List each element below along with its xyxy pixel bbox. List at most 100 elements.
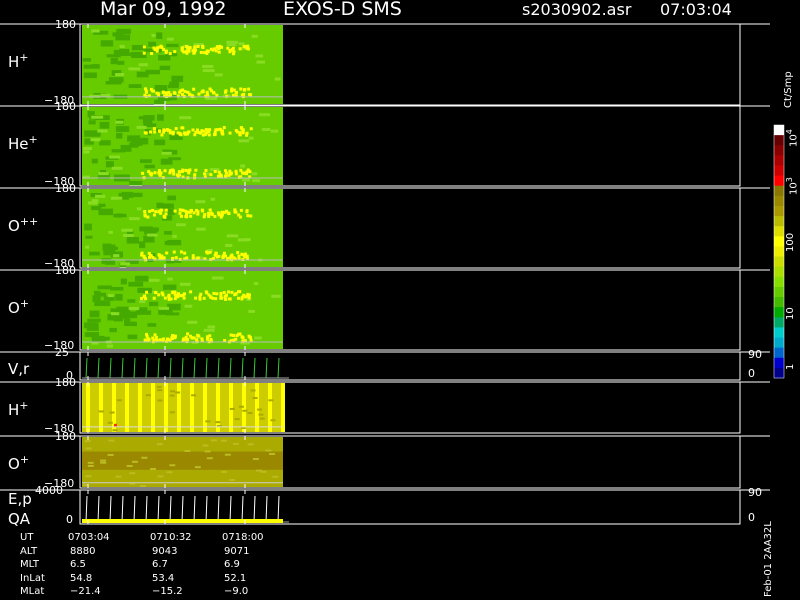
colorbar-tick: 103	[785, 177, 799, 195]
heatmap-stripe	[255, 383, 259, 432]
heatmap-cell	[128, 281, 144, 287]
colorbar-segment	[774, 195, 784, 207]
heatmap-cell	[97, 285, 112, 290]
heatmap-cell	[158, 55, 171, 61]
heatmap-cell	[106, 54, 121, 58]
heatmap-cell	[109, 327, 117, 333]
heatmap-cell	[181, 168, 185, 172]
heatmap-cell	[149, 254, 153, 258]
heatmap-cell	[171, 75, 184, 82]
heatmap-cell	[222, 291, 226, 295]
panel-frame-4	[79, 351, 741, 381]
heatmap-cell	[158, 129, 162, 133]
heatmap-cell	[252, 396, 258, 399]
heatmap-cell	[241, 128, 245, 132]
heatmap-cell	[172, 250, 176, 254]
colorbar-segment	[774, 125, 784, 136]
heatmap-cell	[143, 210, 147, 214]
heatmap-cell	[183, 131, 187, 135]
heatmap-stripe	[138, 383, 142, 432]
heatmap-cell	[226, 290, 230, 294]
heatmap-cell	[143, 235, 155, 243]
heatmap-cell	[108, 77, 124, 83]
heatmap-cell	[153, 48, 157, 52]
heatmap-cell	[137, 287, 152, 293]
right-min-label: 0	[748, 367, 755, 380]
heatmap-cell	[210, 197, 216, 201]
heatmap-cell	[178, 211, 182, 215]
heatmap-cell	[83, 147, 93, 151]
heatmap-cell	[202, 65, 214, 69]
heatmap-cell	[97, 129, 108, 133]
heatmap-cell	[185, 212, 189, 216]
heatmap-cell	[252, 458, 259, 461]
heatmap-cell	[171, 132, 175, 136]
panel-label-2-sup: ++	[19, 215, 39, 228]
heatmap-cell	[226, 234, 239, 238]
heatmap-cell	[186, 332, 190, 336]
panel-label-qa: QA	[8, 510, 31, 528]
heatmap-cell	[220, 210, 224, 214]
heatmap-cell	[246, 214, 250, 218]
heatmap-cell	[184, 209, 188, 213]
colorbar-segment	[774, 226, 784, 237]
heatmap-cell	[241, 171, 245, 175]
heatmap-cell	[142, 51, 146, 55]
heatmap-cell	[145, 290, 149, 294]
heatmap-cell	[248, 92, 252, 96]
colorbar-tick-sup: 3	[785, 177, 794, 183]
right-max-label: 90	[748, 486, 762, 499]
heatmap-cell	[203, 328, 215, 332]
heatmap-cell	[98, 410, 104, 413]
heatmap-cell	[153, 130, 157, 134]
heatmap-cell	[145, 394, 151, 397]
heatmap-cell	[244, 172, 248, 176]
heatmap-cell	[228, 297, 232, 301]
heatmap-cell	[166, 43, 179, 48]
heatmap-cell	[171, 291, 175, 295]
heatmap-cell	[206, 251, 210, 255]
heatmap-cell	[116, 306, 131, 314]
heatmap-cell	[170, 336, 174, 340]
heatmap-cell	[124, 321, 137, 327]
heatmap-cell	[108, 294, 114, 298]
heatmap-cell	[115, 120, 124, 124]
heatmap-cell	[178, 257, 182, 261]
heatmap-cell	[163, 169, 167, 173]
heatmap-cell	[203, 172, 207, 176]
heatmap-cell	[208, 128, 212, 132]
heatmap-cell	[255, 54, 264, 58]
axis-value: 8880	[70, 545, 96, 557]
heatmap-cell	[179, 214, 183, 218]
heatmap-cell	[180, 126, 184, 130]
heatmap-cell	[163, 128, 167, 132]
heatmap-cell	[141, 171, 145, 175]
heatmap-cell	[156, 443, 163, 446]
heatmap-cell	[211, 276, 224, 280]
heatmap-cell	[82, 58, 91, 62]
panel-label-2-base: O	[8, 217, 20, 235]
heatmap-cell	[172, 172, 176, 176]
heatmap-cell	[163, 296, 167, 300]
heatmap-stripe	[99, 383, 103, 432]
heatmap-cell	[224, 169, 228, 173]
panel-frame-7	[79, 489, 741, 525]
colorbar-tick: 10	[785, 307, 796, 320]
heatmap-cell	[193, 45, 197, 49]
heatmap-cell	[151, 336, 155, 340]
colorbar-segment	[774, 165, 784, 177]
heatmap-cell	[159, 45, 163, 49]
heatmap-cell	[228, 172, 232, 176]
heatmap-cell	[229, 333, 233, 337]
heatmap-cell	[187, 171, 191, 175]
file-name: s2030902.asr	[522, 0, 632, 19]
heatmap-cell	[238, 133, 242, 137]
heatmap-cell	[94, 292, 107, 297]
heatmap-cell	[168, 171, 172, 175]
colorbar-segment	[774, 185, 784, 197]
heatmap-cell	[254, 336, 262, 340]
colorbar-title-base: Ct/Smp	[783, 71, 794, 108]
heatmap-cell	[105, 161, 114, 168]
heatmap-cell	[167, 195, 176, 201]
y-max-label: 180	[55, 182, 76, 195]
